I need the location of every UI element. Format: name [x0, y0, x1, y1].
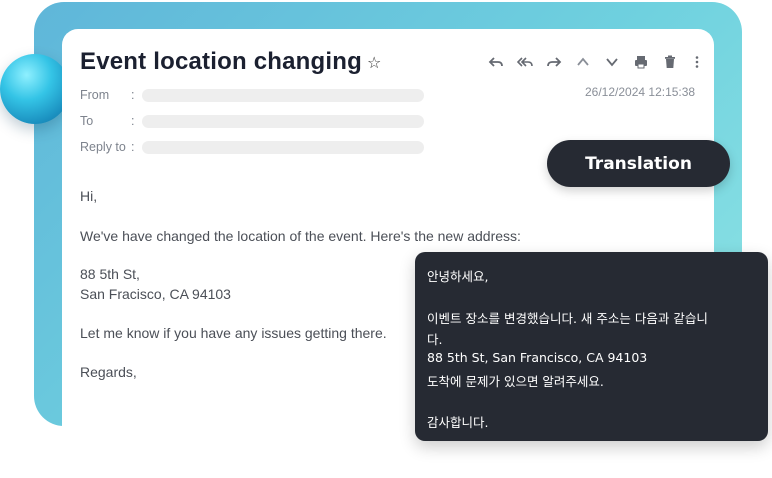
print-icon[interactable] — [631, 52, 651, 72]
translation-button[interactable]: Translation — [547, 140, 730, 187]
to-label: To — [80, 114, 94, 128]
reply-to-label: Reply to — [80, 140, 126, 154]
email-greeting: Hi, — [80, 188, 98, 204]
reply-all-icon[interactable] — [515, 52, 535, 72]
translation-line: 감사합니다. — [427, 415, 489, 430]
email-body-line: We've have changed the location of the e… — [80, 228, 521, 244]
email-closing: Regards, — [80, 364, 137, 380]
address-line-1: 88 5th St, — [80, 266, 140, 282]
chevron-down-icon[interactable] — [602, 52, 622, 72]
to-colon: : — [131, 114, 135, 128]
translation-line: 88 5th St, San Francisco, CA 94103 — [427, 350, 648, 365]
more-icon[interactable] — [687, 52, 707, 72]
trash-icon[interactable] — [660, 52, 680, 72]
email-subject: Event location changing — [80, 48, 362, 75]
forward-icon[interactable] — [544, 52, 564, 72]
translation-line: 도착에 문제가 있으면 알려주세요. — [427, 374, 604, 389]
email-body-line: Let me know if you have any issues getti… — [80, 325, 387, 341]
from-label: From — [80, 88, 110, 102]
reply-to-colon: : — [131, 140, 135, 154]
from-colon: : — [131, 88, 135, 102]
email-timestamp: 26/12/2024 12:15:38 — [585, 85, 696, 99]
translation-panel: 안녕하세요, 이벤트 장소를 변경했습니다. 새 주소는 다음과 같습니 다. … — [415, 252, 768, 441]
address-line-2: San Fracisco, CA 94103 — [80, 286, 231, 302]
star-icon[interactable]: ☆ — [367, 53, 381, 72]
to-field-placeholder — [142, 115, 424, 128]
translation-line: 안녕하세요, — [427, 269, 489, 284]
from-field-placeholder — [142, 89, 424, 102]
translation-line: 다. — [427, 332, 443, 347]
chevron-up-icon[interactable] — [573, 52, 593, 72]
reply-to-field-placeholder — [142, 141, 424, 154]
decorative-orb — [0, 54, 70, 124]
translation-line: 이벤트 장소를 변경했습니다. 새 주소는 다음과 같습니 — [427, 311, 708, 326]
reply-icon[interactable] — [486, 52, 506, 72]
